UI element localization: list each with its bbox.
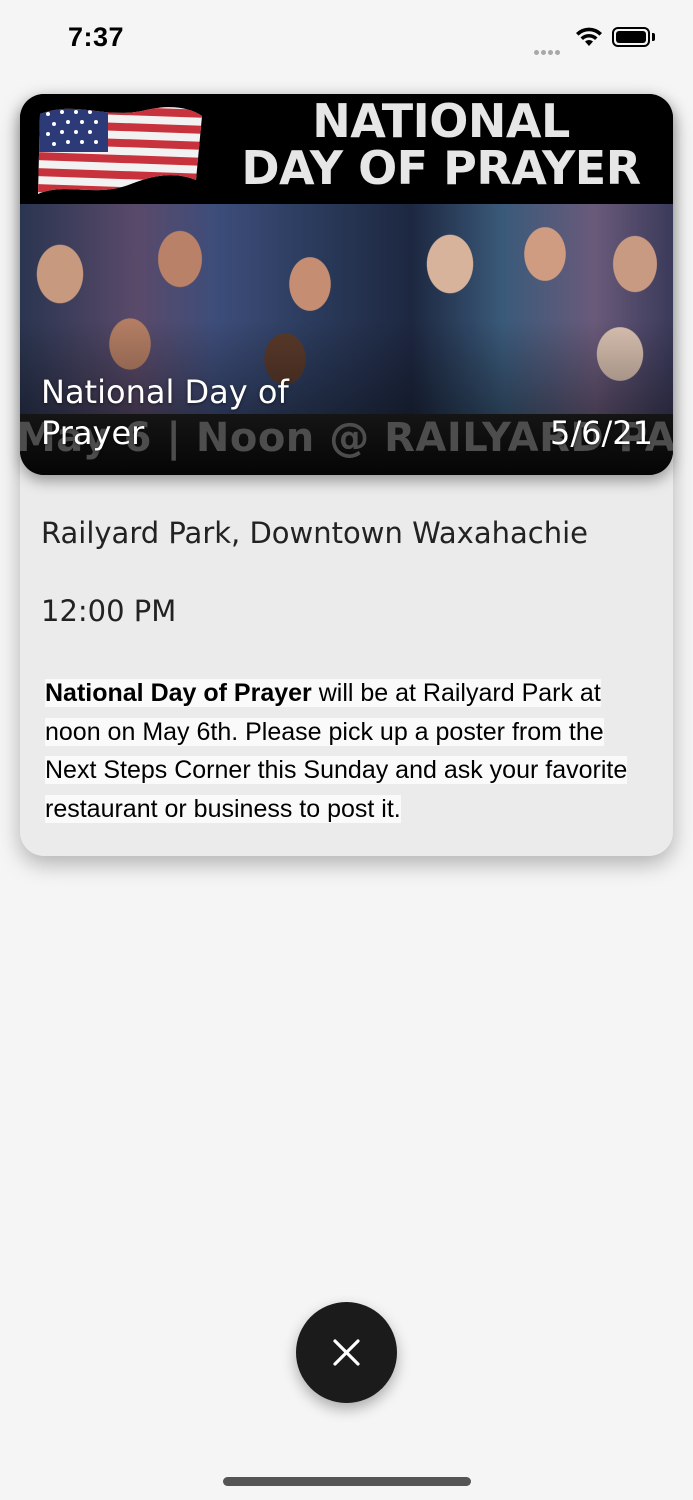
event-hero-image: NATIONAL DAY OF PRAYER May 6 | Noon @ RA… <box>20 94 673 475</box>
banner-line-2: DAY OF PRAYER <box>241 141 641 195</box>
event-description: National Day of Prayer will be at Railya… <box>45 674 655 828</box>
event-location: Railyard Park, Downtown Waxahachie <box>41 516 588 550</box>
us-flag-icon <box>38 107 202 194</box>
description-bold: National Day of Prayer <box>45 679 312 707</box>
cellular-signal-icon <box>534 42 562 60</box>
home-indicator[interactable] <box>223 1477 471 1486</box>
battery-icon <box>612 27 650 47</box>
poster-banner: NATIONAL DAY OF PRAYER <box>20 94 673 204</box>
banner-line-1: NATIONAL <box>312 94 570 148</box>
event-card: NATIONAL DAY OF PRAYER May 6 | Noon @ RA… <box>20 94 673 856</box>
status-bar: 7:37 <box>0 0 693 80</box>
event-time: 12:00 PM <box>41 594 177 628</box>
status-time: 7:37 <box>68 22 125 52</box>
close-button[interactable] <box>296 1302 397 1403</box>
event-title: National Day of Prayer <box>41 373 289 452</box>
close-icon <box>333 1339 360 1366</box>
poster-banner-title: NATIONAL DAY OF PRAYER <box>216 98 666 192</box>
event-date: 5/6/21 <box>550 414 653 452</box>
wifi-icon <box>576 27 602 46</box>
